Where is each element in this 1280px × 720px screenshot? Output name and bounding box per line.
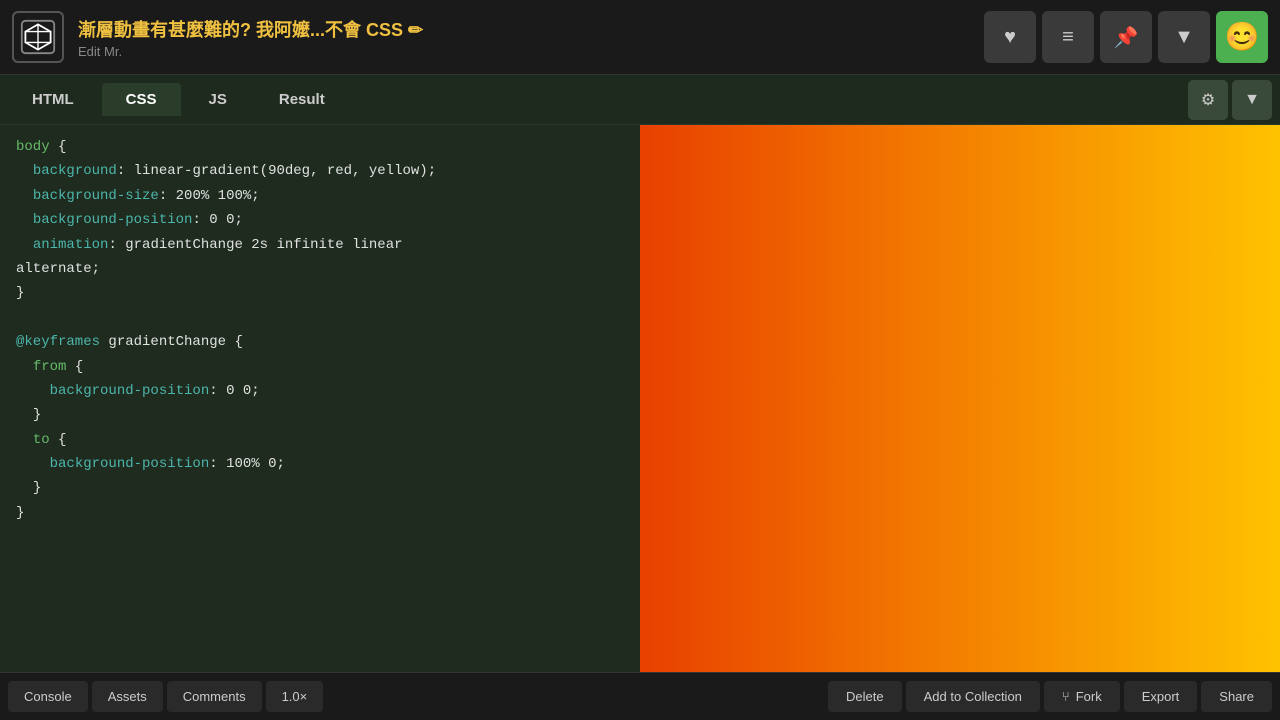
- fork-icon: ⑂: [1062, 689, 1070, 704]
- code-line-7: }: [0, 281, 640, 305]
- delete-label: Delete: [846, 689, 884, 704]
- logo[interactable]: [12, 11, 64, 63]
- pin-button[interactable]: 📌: [1100, 11, 1152, 63]
- pin-icon: 📌: [1114, 25, 1139, 50]
- list-button[interactable]: ≡: [1042, 11, 1094, 63]
- assets-button[interactable]: Assets: [92, 681, 163, 712]
- code-line-10: from {: [0, 355, 640, 379]
- collapse-button[interactable]: ▼: [1232, 80, 1272, 120]
- code-line-6: alternate;: [0, 257, 640, 281]
- tab-css[interactable]: CSS: [102, 83, 181, 116]
- code-line-13: to {: [0, 428, 640, 452]
- delete-button[interactable]: Delete: [828, 681, 902, 712]
- code-line-1: body {: [0, 135, 640, 159]
- code-line-2: background: linear-gradient(90deg, red, …: [0, 159, 640, 183]
- chevron-down-icon: ▼: [1244, 91, 1260, 109]
- console-button[interactable]: Console: [8, 681, 88, 712]
- code-line-12: }: [0, 403, 640, 427]
- preview-panel: [640, 125, 1280, 672]
- code-line-9: @keyframes gradientChange {: [0, 330, 640, 354]
- heart-button[interactable]: ♥: [984, 11, 1036, 63]
- code-line-15: }: [0, 476, 640, 500]
- export-button[interactable]: Export: [1124, 681, 1198, 712]
- fork-label: Fork: [1076, 689, 1102, 704]
- add-to-collection-label: Add to Collection: [924, 689, 1022, 704]
- add-to-collection-button[interactable]: Add to Collection: [906, 681, 1040, 712]
- code-line-14: background-position: 100% 0;: [0, 452, 640, 476]
- gear-icon: ⚙: [1201, 90, 1215, 110]
- tab-bar: HTML CSS JS Result ⚙ ▼: [0, 75, 1280, 125]
- tab-js[interactable]: JS: [185, 83, 251, 116]
- tab-html[interactable]: HTML: [8, 83, 98, 116]
- dropdown-button[interactable]: ▼: [1158, 11, 1210, 63]
- main-title: 漸層動畫有甚麼難的? 我阿嬤...不會 CSS ✏: [78, 16, 984, 42]
- avatar-button[interactable]: 😊: [1216, 11, 1268, 63]
- header-actions: ♥ ≡ 📌 ▼ 😊: [984, 11, 1268, 63]
- title-text: 漸層動畫有甚麼難的? 我阿嬤...不會 CSS ✏: [78, 16, 423, 42]
- main-content: body { background: linear-gradient(90deg…: [0, 125, 1280, 672]
- avatar-icon: 😊: [1225, 20, 1260, 55]
- code-line-3: background-size: 200% 100%;: [0, 184, 640, 208]
- heart-icon: ♥: [1004, 26, 1016, 49]
- code-line-4: background-position: 0 0;: [0, 208, 640, 232]
- list-icon: ≡: [1062, 26, 1074, 49]
- zoom-button[interactable]: 1.0×: [266, 681, 324, 712]
- code-panel[interactable]: body { background: linear-gradient(90deg…: [0, 125, 640, 672]
- code-line-8: [0, 306, 640, 330]
- share-button[interactable]: Share: [1201, 681, 1272, 712]
- code-line-5: animation: gradientChange 2s infinite li…: [0, 233, 640, 257]
- code-line-11: background-position: 0 0;: [0, 379, 640, 403]
- code-line-16: }: [0, 501, 640, 525]
- fork-button[interactable]: ⑂ Fork: [1044, 681, 1120, 712]
- export-label: Export: [1142, 689, 1180, 704]
- title-area: 漸層動畫有甚麼難的? 我阿嬤...不會 CSS ✏ Edit Mr.: [78, 16, 984, 59]
- settings-button[interactable]: ⚙: [1188, 80, 1228, 120]
- edit-subtitle: Edit Mr.: [78, 44, 984, 59]
- share-label: Share: [1219, 689, 1254, 704]
- chevron-down-icon: ▼: [1174, 26, 1194, 49]
- header: 漸層動畫有甚麼難的? 我阿嬤...不會 CSS ✏ Edit Mr. ♥ ≡ 📌…: [0, 0, 1280, 75]
- bottom-bar: Console Assets Comments 1.0× Delete Add …: [0, 672, 1280, 720]
- tab-result[interactable]: Result: [255, 83, 349, 116]
- comments-button[interactable]: Comments: [167, 681, 262, 712]
